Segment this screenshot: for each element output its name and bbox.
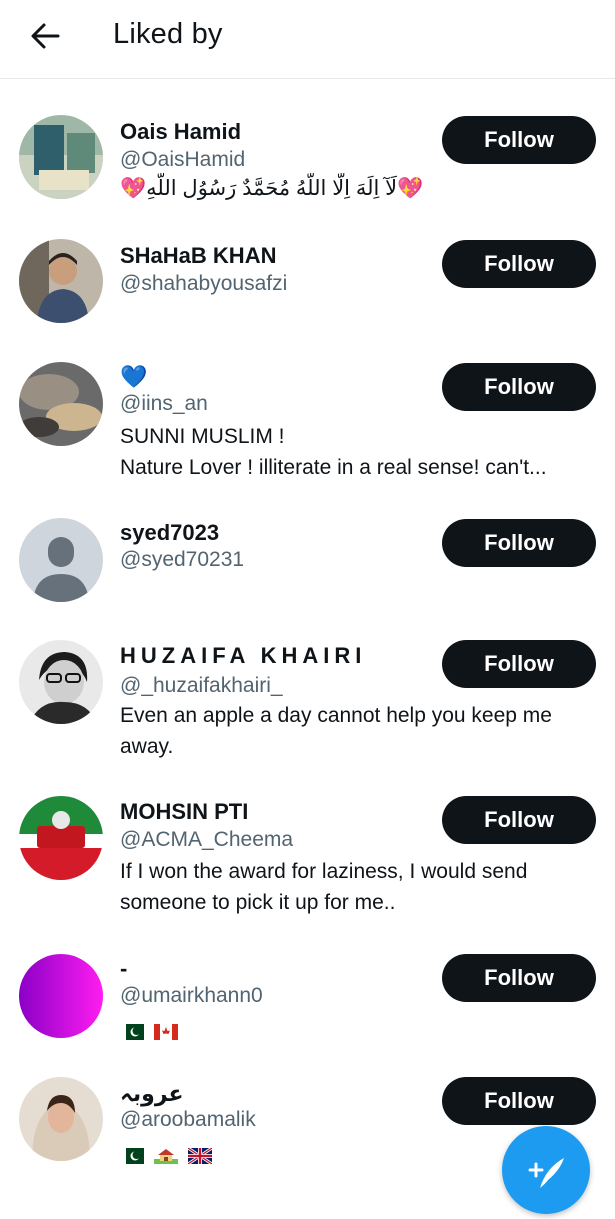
avatar[interactable] [19, 1077, 103, 1161]
follow-button[interactable]: Follow [442, 1077, 596, 1125]
user-bio: If I won the award for laziness, I would… [120, 860, 528, 883]
user-handle[interactable]: @iins_an [120, 392, 208, 416]
avatar[interactable] [19, 239, 103, 323]
compose-tweet-icon [528, 1158, 564, 1188]
user-handle[interactable]: @ACMA_Cheema [120, 828, 293, 852]
user-handle[interactable]: @syed70231 [120, 548, 244, 572]
user-name[interactable]: - [120, 956, 127, 982]
user-name[interactable]: MOHSIN PTI [120, 799, 248, 825]
avatar[interactable] [19, 954, 103, 1038]
avatar[interactable] [19, 518, 103, 602]
user-name[interactable]: SHaHaB KHAN [120, 243, 276, 269]
pakistan-flag-icon [120, 1148, 144, 1165]
follow-button[interactable]: Follow [442, 116, 596, 164]
user-bio: someone to pick it up for me.. [120, 891, 396, 914]
user-name[interactable]: Oais Hamid [120, 119, 241, 145]
canada-flag-icon [153, 1024, 178, 1041]
user-row[interactable]: SHaHaB KHAN @shahabyousafzi Follow [0, 239, 615, 329]
user-bio: away. [120, 735, 174, 758]
user-handle[interactable]: @shahabyousafzi [120, 272, 287, 296]
follow-button[interactable]: Follow [442, 519, 596, 567]
user-row[interactable]: Oais Hamid @OaisHamid 💖لَآ اِلَهَ اِلّا … [0, 115, 615, 215]
user-bio: Nature Lover ! illiterate in a real sens… [120, 456, 547, 479]
user-row[interactable]: 💙 @iins_an SUNNI MUSLIM ! Nature Lover !… [0, 362, 615, 492]
avatar[interactable] [19, 362, 103, 446]
follow-button[interactable]: Follow [442, 796, 596, 844]
user-row[interactable]: syed7023 @syed70231 Follow [0, 518, 615, 608]
avatar[interactable] [19, 640, 103, 724]
page-title: Liked by [113, 18, 223, 50]
avatar[interactable] [19, 796, 103, 880]
user-bio: Even an apple a day cannot help you keep… [120, 704, 552, 727]
user-row[interactable]: MOHSIN PTI @ACMA_Cheema If I won the awa… [0, 796, 615, 926]
user-handle[interactable]: @aroobamalik [120, 1108, 256, 1132]
user-name[interactable]: عروبہ [120, 1081, 184, 1107]
user-name[interactable]: HUZAIFA KHAIRI [120, 643, 366, 669]
follow-button[interactable]: Follow [442, 954, 596, 1002]
top-app-bar: Liked by [0, 0, 615, 79]
user-name[interactable]: 💙 [120, 364, 147, 390]
user-handle[interactable]: @umairkhann0 [120, 984, 263, 1008]
compose-tweet-button[interactable] [502, 1126, 590, 1214]
user-name[interactable]: syed7023 [120, 520, 219, 546]
house-with-garden-icon [153, 1148, 178, 1165]
back-arrow-icon[interactable] [26, 18, 64, 54]
user-handle[interactable]: @_huzaifakhairi_ [120, 674, 283, 698]
user-bio-emoji [120, 1016, 600, 1047]
user-handle[interactable]: @OaisHamid [120, 148, 245, 172]
user-bio: SUNNI MUSLIM ! [120, 425, 285, 448]
follow-button[interactable]: Follow [442, 640, 596, 688]
user-bio: 💖لَآ اِلَهَ اِلّا اللّهُ مُحَمَّدٌ رَسُو… [120, 177, 424, 200]
pakistan-flag-icon [120, 1024, 144, 1041]
follow-button[interactable]: Follow [442, 240, 596, 288]
uk-flag-icon [187, 1148, 212, 1165]
user-row[interactable]: HUZAIFA KHAIRI @_huzaifakhairi_ Even an … [0, 640, 615, 770]
follow-button[interactable]: Follow [442, 363, 596, 411]
user-row[interactable]: - @umairkhann0 Follow [0, 954, 615, 1054]
avatar[interactable] [19, 115, 103, 199]
